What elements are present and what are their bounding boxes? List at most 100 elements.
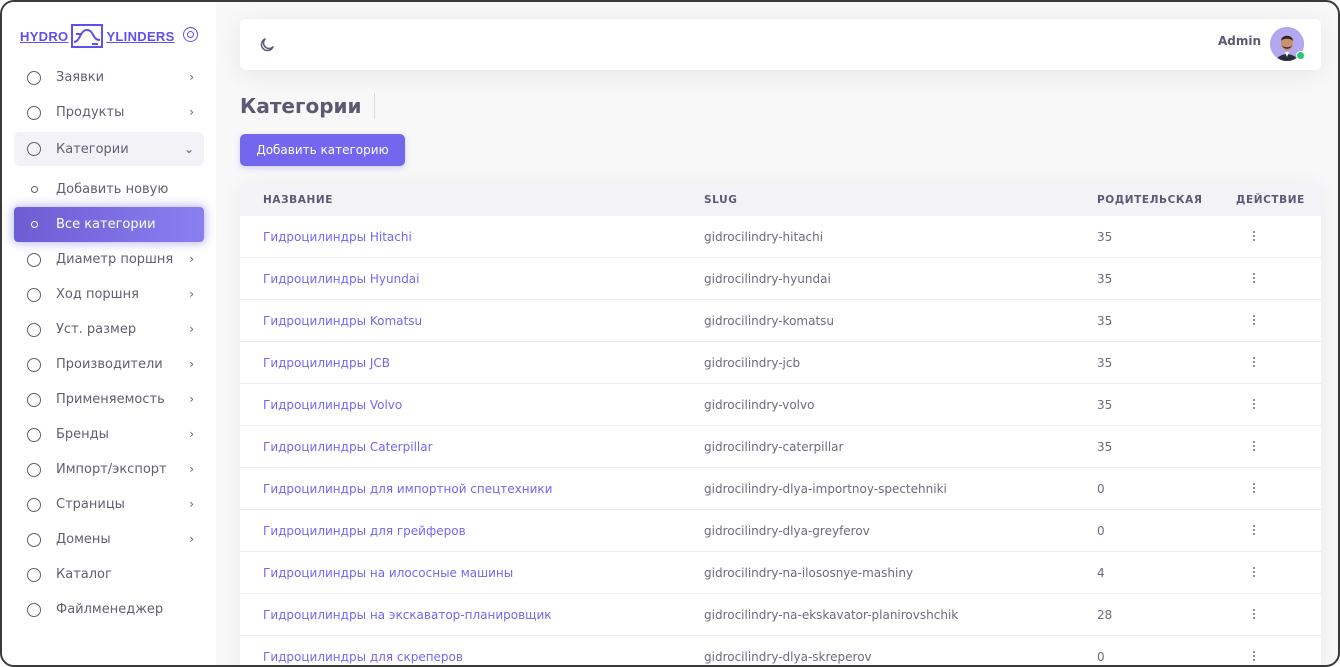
- chevron-right-icon: ›: [189, 392, 194, 406]
- sidebar: HYDRO YLINDERS Заявки › Продукты › Категории…: [2, 2, 216, 665]
- category-parent: 0: [1097, 482, 1105, 496]
- kebab-icon[interactable]: [1248, 607, 1260, 623]
- sidebar-subitem-label: Все категории: [56, 217, 156, 232]
- sidebar-item-label: Бренды: [56, 427, 109, 442]
- dot-icon: [31, 186, 38, 193]
- sidebar-item-katalog[interactable]: Каталог: [14, 557, 204, 592]
- sidebar-collapse-toggle[interactable]: [183, 27, 198, 42]
- sidebar-item-produkty[interactable]: Продукты ›: [14, 95, 204, 130]
- sidebar-item-hod[interactable]: Ход поршня ›: [14, 277, 204, 312]
- category-name-link[interactable]: Гидроцилиндры Hyundai: [263, 272, 420, 286]
- sidebar-item-label: Диаметр поршня: [56, 252, 174, 267]
- category-slug: gidrocilindry-komatsu: [704, 314, 835, 328]
- add-category-button[interactable]: Добавить категорию: [240, 134, 405, 166]
- kebab-icon[interactable]: [1248, 355, 1260, 371]
- circle-icon: [27, 392, 41, 407]
- circle-icon: [27, 532, 41, 547]
- category-parent: 35: [1097, 314, 1113, 328]
- page-title: Категории: [240, 93, 375, 119]
- circle-icon: [27, 497, 41, 512]
- column-header-slug[interactable]: SLUG: [704, 194, 737, 206]
- sidebar-subitem-add-new[interactable]: Добавить новую: [14, 172, 204, 207]
- moon-icon[interactable]: [258, 36, 276, 54]
- sidebar-item-label: Производители: [56, 357, 163, 372]
- sidebar-item-proizvoditeli[interactable]: Производители ›: [14, 347, 204, 382]
- category-name-link[interactable]: Гидроцилиндры на илососные машины: [263, 566, 513, 580]
- sidebar-item-diametr[interactable]: Диаметр поршня ›: [14, 242, 204, 277]
- column-header-parent[interactable]: РОДИТЕЛЬСКАЯ: [1097, 194, 1203, 206]
- kebab-icon[interactable]: [1248, 439, 1260, 455]
- sidebar-item-label: Применяемость: [56, 392, 165, 407]
- table-row: Гидроцилиндры на илососные машины gidroci…: [240, 552, 1321, 594]
- category-parent: 35: [1097, 440, 1113, 454]
- circle-icon: [27, 322, 41, 337]
- circle-icon: [27, 357, 41, 372]
- sidebar-subitem-all-categories[interactable]: Все категории: [14, 207, 204, 242]
- category-parent: 0: [1097, 524, 1105, 538]
- sidebar-item-label: Категории: [56, 141, 129, 157]
- table-row: Гидроцилиндры Volvo gidrocilindry-volvo 35: [240, 384, 1321, 426]
- sidebar-item-label: Ход поршня: [56, 287, 139, 302]
- category-parent: 28: [1097, 608, 1113, 622]
- category-name-link[interactable]: Гидроцилиндры для грейферов: [263, 524, 466, 538]
- kebab-icon[interactable]: [1248, 271, 1260, 287]
- circle-icon: [27, 70, 41, 85]
- categories-table: НАЗВАНИЕ SLUG РОДИТЕЛЬСКАЯ ДЕЙСТВИЕ Гидр…: [240, 183, 1321, 665]
- kebab-icon[interactable]: [1248, 229, 1260, 245]
- kebab-icon[interactable]: [1248, 481, 1260, 497]
- sidebar-item-filemanager[interactable]: Файлменеджер: [14, 592, 204, 627]
- category-slug: gidrocilindry-dlya-skreperov: [704, 650, 872, 664]
- sidebar-subitem-label: Добавить новую: [56, 182, 169, 197]
- circle-icon: [27, 105, 41, 120]
- sidebar-item-ust-razmer[interactable]: Уст. размер ›: [14, 312, 204, 347]
- category-slug: gidrocilindry-hitachi: [704, 230, 824, 244]
- avatar[interactable]: [1270, 27, 1305, 61]
- circle-icon: [27, 427, 41, 442]
- category-slug: gidrocilindry-na-ilososnye-mashiny: [704, 566, 914, 580]
- category-parent: 35: [1097, 230, 1113, 244]
- sidebar-nav: Заявки › Продукты › Категории ⌄ Добавить новую…: [14, 60, 204, 627]
- category-name-link[interactable]: Гидроцилиндры JCB: [263, 356, 390, 370]
- category-name-link[interactable]: Гидроцилиндры Volvo: [263, 398, 402, 412]
- kebab-icon[interactable]: [1248, 565, 1260, 581]
- user-name[interactable]: Admin: [1218, 34, 1261, 48]
- table-row: Гидроцилиндры для скреперов gidrocilindry…: [240, 636, 1321, 665]
- category-name-link[interactable]: Гидроцилиндры Hitachi: [263, 230, 412, 244]
- sidebar-item-stranicy[interactable]: Страницы ›: [14, 487, 204, 522]
- kebab-icon[interactable]: [1248, 649, 1260, 665]
- sidebar-item-domeny[interactable]: Домены ›: [14, 522, 204, 557]
- table-header: НАЗВАНИЕ SLUG РОДИТЕЛЬСКАЯ ДЕЙСТВИЕ: [240, 183, 1321, 216]
- sidebar-item-kategorii[interactable]: Категории ⌄: [14, 132, 204, 166]
- kebab-icon[interactable]: [1248, 313, 1260, 329]
- sidebar-item-primenyaemost[interactable]: Применяемость ›: [14, 382, 204, 417]
- chevron-right-icon: ›: [189, 357, 194, 371]
- column-header-name[interactable]: НАЗВАНИЕ: [263, 194, 333, 206]
- kebab-icon[interactable]: [1248, 523, 1260, 539]
- brand-text-left: HYDRO: [20, 28, 69, 44]
- sidebar-item-label: Домены: [56, 532, 111, 547]
- sidebar-item-import-export[interactable]: Импорт/экспорт ›: [14, 452, 204, 487]
- category-parent: 35: [1097, 356, 1113, 370]
- category-slug: gidrocilindry-dlya-greyferov: [704, 524, 870, 538]
- chevron-right-icon: ›: [189, 497, 194, 511]
- category-parent: 4: [1097, 566, 1105, 580]
- table-row: Гидроцилиндры Hyundai gidrocilindry-hyund…: [240, 258, 1321, 300]
- category-name-link[interactable]: Гидроцилиндры для импортной спецтехники: [263, 482, 552, 496]
- sidebar-item-brendy[interactable]: Бренды ›: [14, 417, 204, 452]
- circle-icon: [27, 462, 41, 477]
- table-row: Гидроцилиндры JCB gidrocilindry-jcb 35: [240, 342, 1321, 384]
- category-name-link[interactable]: Гидроцилиндры Caterpillar: [263, 440, 433, 454]
- category-slug: gidrocilindry-na-ekskavator-planirovshch…: [704, 608, 959, 622]
- circle-icon: [27, 602, 41, 617]
- app-window: HYDRO YLINDERS Заявки › Продукты › Категории…: [0, 0, 1340, 667]
- category-parent: 35: [1097, 398, 1113, 412]
- brand-logo[interactable]: HYDRO YLINDERS: [20, 22, 175, 50]
- kebab-icon[interactable]: [1248, 397, 1260, 413]
- category-name-link[interactable]: Гидроцилиндры для скреперов: [263, 650, 463, 664]
- category-name-link[interactable]: Гидроцилиндры Komatsu: [263, 314, 422, 328]
- chevron-right-icon: ›: [189, 105, 194, 119]
- sidebar-item-label: Страницы: [56, 497, 125, 512]
- sidebar-item-zayavki[interactable]: Заявки ›: [14, 60, 204, 95]
- category-name-link[interactable]: Гидроцилиндры на экскаватор-планировщик: [263, 608, 552, 622]
- circle-icon: [27, 567, 41, 582]
